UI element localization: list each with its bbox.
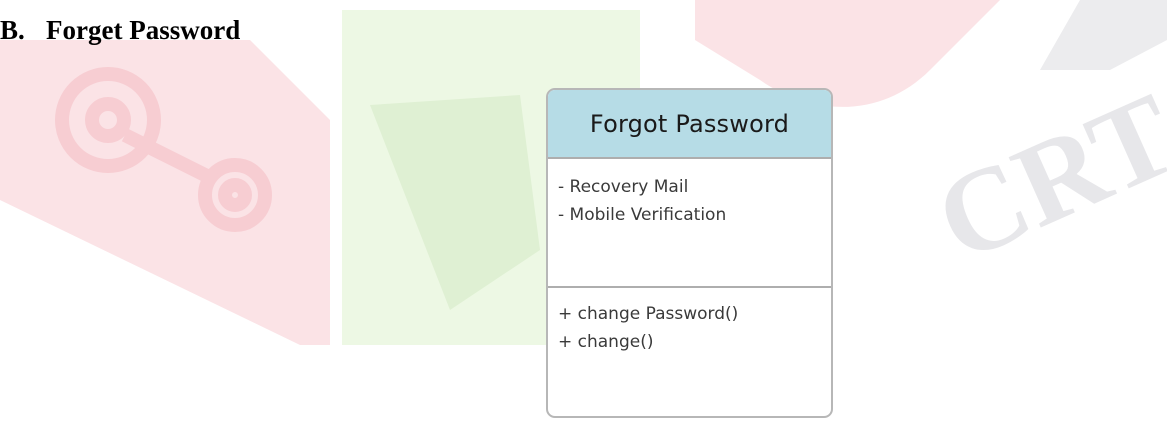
uml-methods-section: + change Password() + change() <box>548 288 831 356</box>
section-label: B. <box>0 15 25 45</box>
uml-attribute: - Recovery Mail <box>558 177 689 197</box>
uml-attributes-section: - Recovery Mail - Mobile Verification <box>548 159 831 288</box>
section-title: Forget Password <box>46 15 241 45</box>
uml-method: + change() <box>558 332 654 352</box>
section-heading: B. Forget Password <box>0 14 240 46</box>
watermark-text: CRT <box>918 68 1167 287</box>
watermark-grey-swoosh <box>1040 0 1167 70</box>
uml-class-box: Forgot Password - Recovery Mail - Mobile… <box>546 88 833 418</box>
page: CRT B. Forget Password Forgot Password - … <box>0 0 1167 421</box>
watermark-red-tag <box>0 40 330 345</box>
uml-class-name: Forgot Password <box>589 109 790 138</box>
uml-attribute: - Mobile Verification <box>558 205 727 225</box>
uml-method: + change Password() <box>558 304 739 324</box>
uml-class-header: Forgot Password <box>548 90 831 159</box>
